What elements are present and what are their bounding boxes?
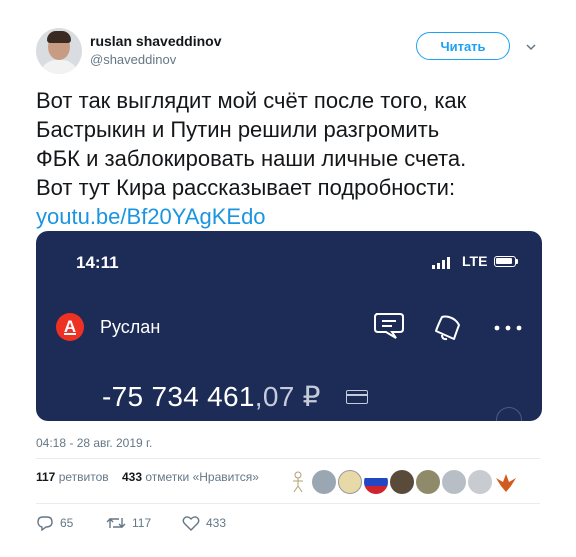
tweet-text: Вот так выглядит мой счёт после того, ка… [36,86,556,231]
like-button[interactable]: 433 [182,515,226,531]
retweet-icon [106,518,126,528]
tweet-line: Вот так выглядит мой счёт после того, ка… [36,88,467,113]
network-label: LTE [462,253,488,269]
liker-avatar[interactable] [468,470,492,494]
bell-icon [435,315,460,341]
liker-avatar[interactable] [494,470,518,494]
retweets-count[interactable]: 117 [36,470,55,484]
retweets-label[interactable]: ретвитов [59,470,109,484]
tweet-line: Бастрыкин и Путин решили разгромить [36,117,440,142]
signal-icon [432,257,450,269]
peek-button-icon [496,407,522,421]
chat-icon [374,313,404,339]
attached-image[interactable]: 14:11 LTE А Руслан -75 734 461,07 ₽ [36,231,542,421]
tweet-line: Вот тут Кира рассказывает подробности: [36,175,456,200]
likes-count[interactable]: 433 [122,470,142,484]
engagement-stats: 117 ретвитов 433 отметки «Нравится» [36,470,259,484]
status-time: 14:11 [76,253,119,272]
liker-avatar[interactable] [286,470,310,494]
tweet-line: ФБК и заблокировать наши личные счета. [36,146,467,171]
heart-icon [182,516,200,531]
account-name: Руслан [100,317,161,337]
avatar[interactable] [36,28,82,74]
retweet-count: 117 [132,516,152,530]
chevron-down-icon[interactable] [526,42,536,52]
more-icon [494,325,522,331]
reply-icon [37,516,53,531]
retweet-button[interactable]: 117 [106,515,151,531]
tweet-link[interactable]: youtu.be/Bf20YAgKEdo [36,202,556,231]
card-icon [346,390,368,404]
tweet-timestamp[interactable]: 04:18 - 28 авг. 2019 г. [36,436,152,450]
reply-count: 65 [60,516,74,530]
display-name[interactable]: ruslan shaveddinov [90,33,221,49]
balance-cents: ,07 ₽ [254,381,321,412]
liker-avatar[interactable] [442,470,466,494]
like-count: 433 [206,516,227,530]
reply-button[interactable]: 65 [36,515,73,531]
account-balance: -75 734 461,07 ₽ [102,380,321,413]
battery-icon [494,256,518,267]
liker-avatar[interactable] [416,470,440,494]
liker-avatar[interactable] [312,470,336,494]
follow-button[interactable]: Читать [416,32,510,60]
likes-label[interactable]: отметки «Нравится» [145,470,259,484]
liker-avatar[interactable] [364,470,388,494]
liker-avatar[interactable] [338,470,362,494]
bank-logo-icon: А [56,313,84,341]
tweet-card: ruslan shaveddinov @shaveddinov Читать В… [0,0,576,557]
balance-main: -75 734 461 [102,381,255,412]
liker-avatar[interactable] [390,470,414,494]
divider [36,503,540,504]
divider [36,458,540,459]
user-handle[interactable]: @shaveddinov [90,52,176,67]
